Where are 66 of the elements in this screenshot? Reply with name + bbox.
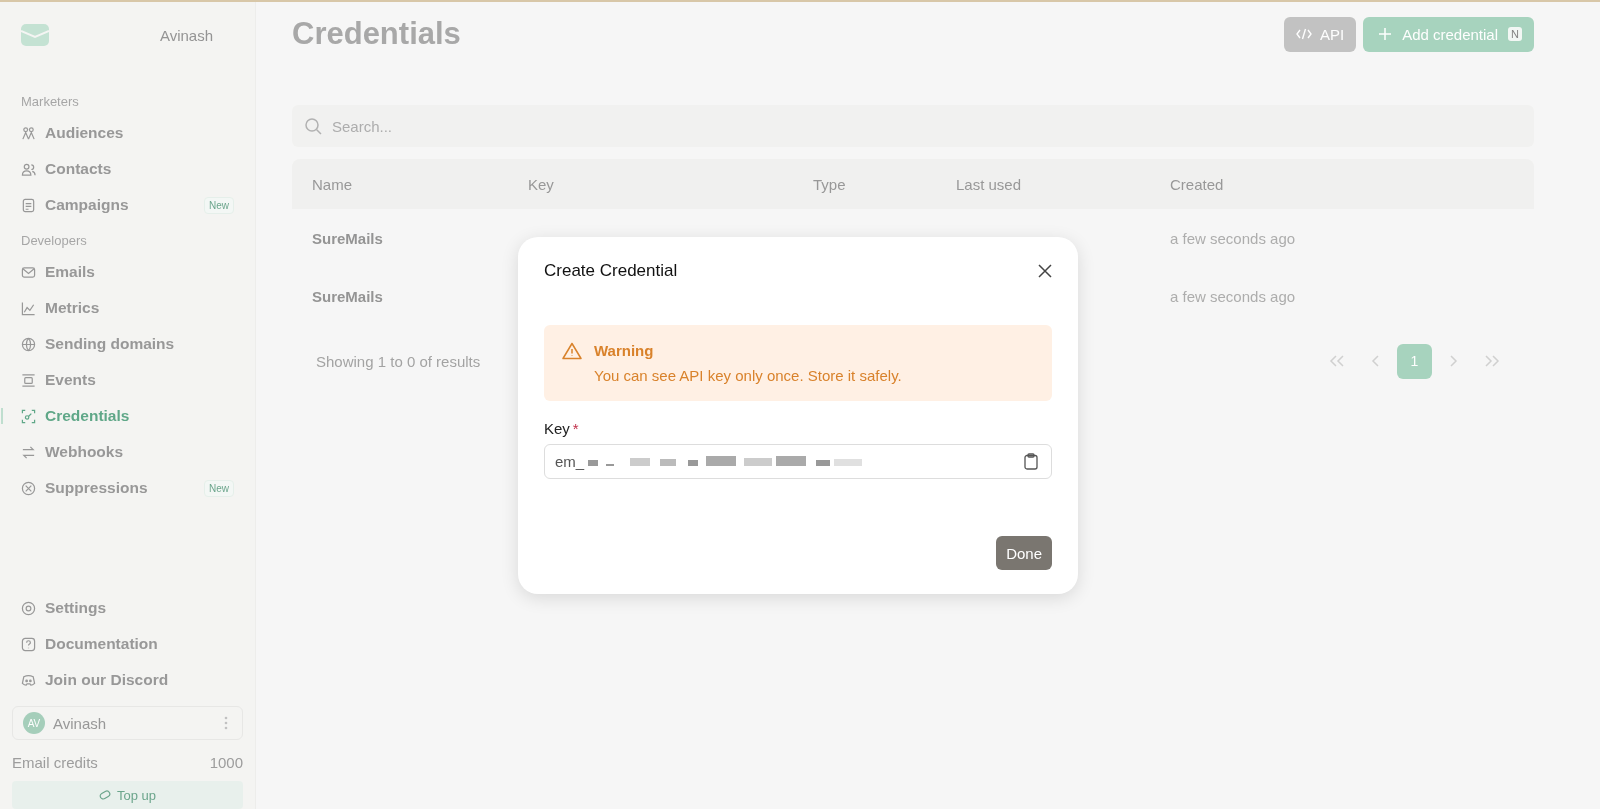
search-field[interactable]: Search...	[292, 105, 1534, 147]
nav-icon	[21, 264, 36, 280]
nav-item[interactable]: Metrics	[12, 290, 243, 326]
nav-item[interactable]: Contacts	[12, 151, 243, 187]
warning-message: You can see API key only once. Store it safely.	[594, 367, 902, 384]
column-header: Created	[1170, 175, 1225, 193]
shortcut-key: N	[1508, 27, 1522, 41]
credits-label: Email credits	[12, 754, 98, 771]
nav-icon	[21, 444, 36, 460]
table-cell-text: SureMails	[312, 229, 384, 247]
column-header: Last used	[956, 175, 1023, 193]
code-icon	[1295, 28, 1312, 40]
new-badge: New	[204, 479, 234, 497]
nav-icon	[21, 161, 36, 177]
field-label: Key	[544, 420, 570, 437]
nav-icon	[21, 480, 36, 496]
plus-icon	[1378, 27, 1393, 41]
page-title: Credentials	[292, 16, 461, 52]
close-icon[interactable]	[1038, 264, 1052, 278]
nav-item[interactable]: Webhooks	[12, 434, 243, 470]
nav-icon	[21, 372, 36, 388]
workspace-name: Avinash	[159, 26, 213, 44]
nav-item[interactable]: Sending domains	[12, 326, 243, 362]
required-mark: *	[572, 420, 579, 437]
account-menu[interactable]: AV Avinash	[12, 706, 243, 740]
nav-icon	[21, 125, 36, 141]
nav-item[interactable]: Documentation	[12, 626, 243, 662]
nav-item[interactable]: Join our Discord	[12, 662, 243, 698]
avatar: AV	[23, 712, 45, 734]
section-title: Marketers	[20, 93, 80, 111]
nav-icon	[21, 408, 36, 424]
add-credential-button[interactable]: Add credential N	[1363, 16, 1534, 52]
account-name: Avinash	[53, 714, 108, 732]
nav-icon	[21, 300, 36, 316]
new-badge: New	[204, 196, 234, 214]
nav-item[interactable]: Settings	[12, 590, 243, 626]
nav-item[interactable]: Suppressions New	[12, 470, 243, 506]
column-header: Type	[813, 175, 847, 193]
top-up-button[interactable]: Top up	[12, 781, 243, 809]
nav-item[interactable]: Campaigns New	[12, 187, 243, 223]
more-icon[interactable]	[224, 716, 228, 730]
page-button[interactable]: 1	[1397, 343, 1432, 379]
dialog-title: Create Credential	[544, 261, 678, 281]
nav-icon	[21, 336, 36, 352]
credits-value: 1000	[209, 754, 243, 771]
logo-icon	[21, 24, 49, 46]
warning-title: Warning	[594, 342, 655, 359]
clipboard-icon[interactable]	[1024, 453, 1038, 470]
table-cell-text: a few seconds ago	[1170, 229, 1297, 247]
nav-icon	[21, 197, 36, 213]
nav-item[interactable]: Audiences	[12, 115, 243, 151]
table-cell-text: a few seconds ago	[1170, 287, 1297, 305]
column-header: Key	[528, 175, 555, 193]
results-summary: Showing 1 to 0 of results	[316, 352, 481, 370]
section-title: Developers	[20, 232, 88, 250]
nav-item[interactable]: Events	[12, 362, 243, 398]
warning-icon	[562, 342, 582, 360]
done-button[interactable]: Done	[996, 536, 1052, 570]
api-button[interactable]: API	[1283, 16, 1357, 52]
table-cell-text: SureMails	[312, 287, 384, 305]
column-header: Name	[312, 175, 353, 193]
nav-item[interactable]: Emails	[12, 254, 243, 290]
nav-icon	[21, 600, 36, 616]
key-field[interactable]: em_	[544, 444, 1052, 479]
nav-icon	[21, 672, 36, 688]
nav-icon	[21, 636, 36, 652]
